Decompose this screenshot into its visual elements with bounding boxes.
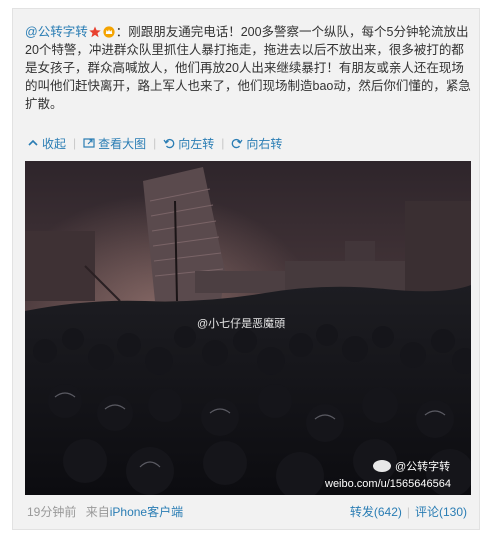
weibo-post-card: @公转字转 ：刚跟朋友通完电话！200多警察一个纵队，每个5分钟轮流放出20个特警… (12, 8, 480, 530)
view-large-label: 查看大图 (98, 136, 147, 151)
rotate-right-label: 向右转 (246, 136, 283, 151)
action-separator: | (221, 136, 225, 150)
stats-divider: | (406, 505, 410, 519)
post-text: @公转字转 ：刚跟朋友通完电话！200多警察一个纵队，每个5分钟轮流放出20个特警… (25, 23, 473, 113)
post-photo[interactable]: @小七仔是恶魔頭 @公转字转 weibo.com/u/1565646564 (25, 161, 471, 495)
crowd-photo: @小七仔是恶魔頭 @公转字转 weibo.com/u/1565646564 (25, 161, 471, 495)
photo-overlay-author: @小七仔是恶魔頭 (197, 316, 285, 330)
media-actions: 收起 | 查看大图 | 向左转 | 向右转 (27, 133, 282, 153)
rotate-left-icon (163, 138, 175, 149)
rotate-left-button[interactable]: 向左转 (163, 135, 214, 152)
crown-badge-icon (103, 26, 115, 38)
source-prefix: 来自 (85, 505, 110, 519)
post-footer: 19分钟前 来自iPhone客户端 转发(642) | 评论(130) (27, 503, 467, 519)
collapse-label: 收起 (42, 136, 67, 151)
post-time[interactable]: 19分钟前 (27, 505, 76, 519)
repost-link[interactable]: 转发(642) (350, 505, 402, 519)
rotate-right-icon (232, 138, 243, 149)
watermark-url: weibo.com/u/1565646564 (324, 478, 451, 490)
collapse-icon (28, 139, 38, 146)
action-separator: | (73, 136, 77, 150)
comment-link[interactable]: 评论(130) (415, 505, 467, 519)
author-link[interactable]: @公转字转 (25, 25, 88, 39)
post-stats: 转发(642) | 评论(130) (350, 503, 467, 520)
source-link[interactable]: iPhone客户端 (110, 505, 183, 519)
collapse-button[interactable]: 收起 (27, 135, 66, 152)
view-large-icon (83, 138, 95, 148)
rotate-left-label: 向左转 (178, 136, 215, 151)
view-large-button[interactable]: 查看大图 (83, 135, 146, 152)
weibo-logo-icon (373, 460, 391, 472)
vip-badge-icon (89, 26, 101, 38)
watermark-user: @公转字转 (395, 459, 450, 473)
action-separator: | (153, 136, 157, 150)
post-meta: 19分钟前 来自iPhone客户端 (27, 503, 183, 520)
rotate-right-button[interactable]: 向右转 (231, 135, 282, 152)
